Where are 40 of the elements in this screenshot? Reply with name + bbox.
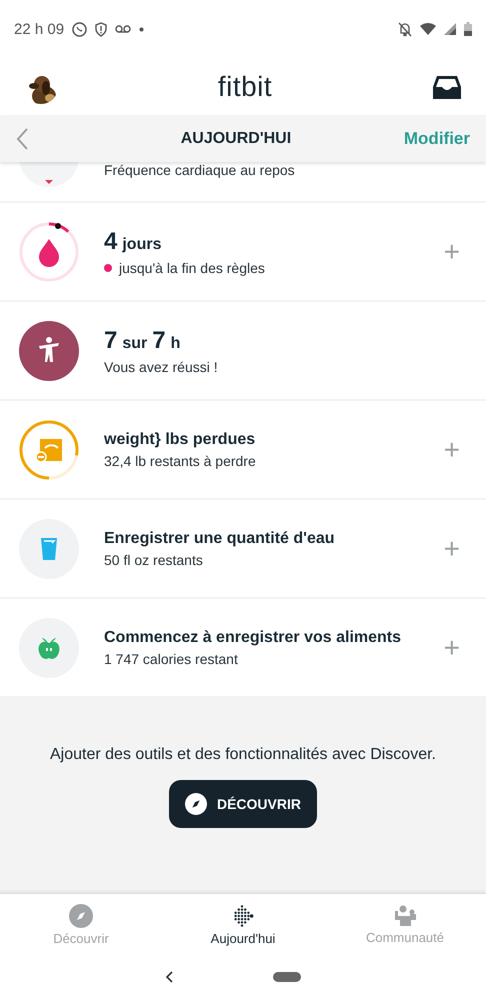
tile-subtitle: 32,4 lb restants à perdre (104, 452, 256, 468)
tile-title: Commencez à enregistrer vos aliments (104, 628, 402, 646)
apple-icon (18, 616, 80, 678)
fitbit-logo: fitbit (218, 70, 272, 102)
people-icon (393, 904, 417, 926)
tile-title: Enregistrer une quantité d'eau (104, 530, 336, 548)
nav-tab[interactable]: Aujourd'hui (162, 894, 324, 955)
dot-icon (139, 26, 144, 32)
home-pill-icon[interactable] (273, 972, 301, 982)
tile-title: weight} lbs perdues (104, 430, 256, 448)
signal-icon (444, 23, 456, 35)
tile-row[interactable]: 7 sur 7 h Vous avez réussi ! (0, 302, 486, 401)
back-icon[interactable] (165, 971, 173, 983)
compass-icon (184, 793, 207, 815)
voicemail-icon (115, 25, 132, 33)
glass-icon (18, 518, 80, 580)
tile-subtitle: Vous avez réussi ! (104, 358, 218, 374)
tile-subtitle: Fréquence cardiaque au repos (104, 162, 295, 178)
page-title: AUJOURD'HUI (180, 130, 292, 148)
tile-row[interactable]: Fréquence cardiaque au repos (0, 162, 486, 203)
status-time: 22 h 09 (14, 20, 64, 38)
drop-progress-icon (18, 220, 80, 282)
wifi-icon (420, 23, 436, 35)
tile-subtitle: 50 fl oz restants (104, 552, 203, 568)
person-icon (18, 320, 80, 382)
compass-icon (69, 904, 93, 928)
discover-button[interactable]: DÉCOUVRIR (168, 780, 317, 828)
tile-title: 4 jours (104, 228, 162, 256)
shield-alert-icon (95, 22, 108, 36)
bell-off-icon (398, 22, 412, 36)
tile-subtitle: 1 747 calories restant (104, 650, 238, 666)
battery-icon (464, 22, 472, 36)
tile-title: 7 sur 7 h (104, 326, 182, 354)
tile-row[interactable]: Enregistrer une quantité d'eau 50 fl oz restants + (0, 500, 486, 599)
scale-progress-icon (18, 418, 80, 480)
tile-subtitle: jusqu'à la fin des règles (119, 260, 265, 276)
inbox-tray-icon[interactable] (432, 74, 462, 100)
tile-row[interactable]: 4 jours jusqu'à la fin des règles + (0, 203, 486, 302)
discover-text: Ajouter des outils et des fonctionnalités avec Discover. (50, 746, 436, 764)
tile-row[interactable]: weight} lbs perdues 32,4 lb restants à perdre + (0, 401, 486, 500)
